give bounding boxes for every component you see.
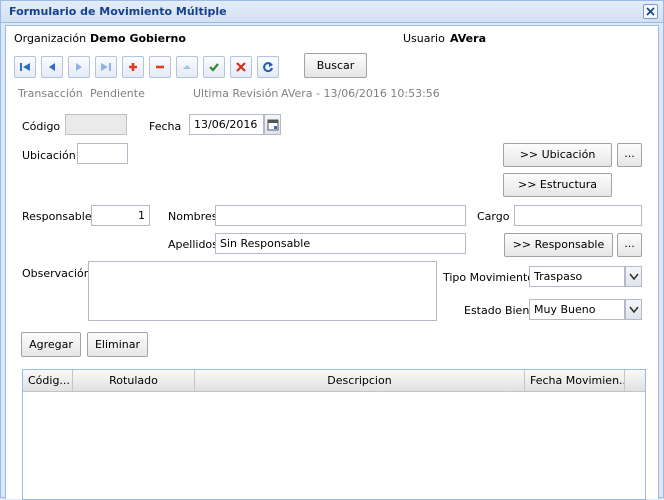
transaction-label: Transacción — [18, 87, 83, 100]
form-body: Organización Demo Gobierno Usuario AVera — [5, 25, 659, 500]
nombres-label: Nombres — [168, 210, 218, 223]
ubicacion-ellipsis-button[interactable]: ... — [617, 143, 642, 167]
refresh-icon — [263, 62, 273, 73]
last-record-button[interactable] — [95, 56, 117, 78]
observacion-label: Observación — [22, 267, 91, 280]
remove-icon — [156, 65, 164, 69]
fecha-field[interactable] — [189, 114, 264, 135]
window-titlebar[interactable]: Formulario de Movimiento Múltiple — [1, 1, 663, 23]
date-picker-trigger[interactable] — [264, 114, 281, 135]
estado-bien-trigger[interactable] — [625, 299, 642, 320]
up-icon — [183, 65, 191, 69]
prev-record-button[interactable] — [41, 56, 63, 78]
cancel-icon — [236, 62, 246, 72]
responsable-button[interactable]: >> Responsable — [504, 233, 613, 257]
column-header-codigo[interactable]: Códig... — [23, 370, 73, 391]
user-value: AVera — [450, 32, 486, 45]
column-header-fecha-movimiento[interactable]: Fecha Movimien... — [525, 370, 625, 391]
observacion-field[interactable] — [88, 261, 437, 321]
tipo-movimiento-label: Tipo Movimiento — [443, 271, 534, 284]
revision-label: Ultima Revisión — [193, 87, 279, 100]
chevron-down-icon — [629, 273, 639, 281]
revision-value: AVera - 13/06/2016 10:53:56 — [281, 87, 440, 100]
ubicacion-button[interactable]: >> Ubicación — [503, 143, 612, 167]
delete-button[interactable]: Eliminar — [87, 332, 148, 357]
confirm-button[interactable] — [203, 56, 225, 78]
codigo-field[interactable] — [65, 114, 127, 135]
tipo-movimiento-select[interactable] — [529, 266, 625, 287]
transaction-value: Pendiente — [90, 87, 145, 100]
close-button[interactable] — [643, 4, 658, 19]
ubicacion-label: Ubicación — [22, 149, 76, 162]
prev-icon — [49, 63, 55, 71]
confirm-icon — [209, 63, 219, 72]
apellidos-label: Apellidos — [168, 238, 218, 251]
chevron-down-icon — [629, 306, 639, 314]
ubicacion-field[interactable] — [77, 143, 128, 164]
movement-form-window: Formulario de Movimiento Múltiple Organi… — [0, 0, 664, 500]
org-label: Organización — [14, 32, 87, 45]
refresh-button[interactable] — [257, 56, 279, 78]
items-grid: Códig... Rotulado Descripcion Fecha Movi… — [22, 369, 646, 500]
close-icon — [646, 7, 655, 16]
cargo-label: Cargo — [477, 210, 510, 223]
estado-bien-select[interactable] — [529, 299, 625, 320]
user-label: Usuario — [403, 32, 445, 45]
calendar-icon — [267, 119, 279, 131]
responsable-label: Responsable — [22, 210, 92, 223]
grid-header: Códig... Rotulado Descripcion Fecha Movi… — [23, 370, 645, 392]
move-up-button[interactable] — [176, 56, 198, 78]
add-button[interactable]: Agregar — [21, 332, 81, 357]
cargo-field[interactable] — [514, 205, 642, 226]
window-title: Formulario de Movimiento Múltiple — [9, 5, 227, 18]
next-record-button[interactable] — [68, 56, 90, 78]
responsable-field[interactable] — [91, 205, 150, 226]
fecha-label: Fecha — [149, 120, 182, 133]
first-icon — [20, 63, 30, 71]
estructura-button[interactable]: >> Estructura — [503, 173, 612, 197]
estado-bien-label: Estado Bien — [464, 304, 530, 317]
codigo-label: Código — [22, 120, 61, 133]
tipo-movimiento-trigger[interactable] — [625, 266, 642, 287]
org-value: Demo Gobierno — [90, 32, 186, 45]
column-header-descripcion[interactable]: Descripcion — [195, 370, 525, 391]
apellidos-field[interactable] — [215, 233, 466, 254]
add-record-button[interactable] — [122, 56, 144, 78]
column-header-rotulado[interactable]: Rotulado — [73, 370, 195, 391]
add-icon — [129, 63, 137, 71]
search-button[interactable]: Buscar — [304, 53, 367, 78]
next-icon — [76, 63, 82, 71]
first-record-button[interactable] — [14, 56, 36, 78]
last-icon — [101, 63, 111, 71]
remove-record-button[interactable] — [149, 56, 171, 78]
responsable-ellipsis-button[interactable]: ... — [617, 233, 642, 257]
cancel-button[interactable] — [230, 56, 252, 78]
nombres-field[interactable] — [215, 205, 466, 226]
